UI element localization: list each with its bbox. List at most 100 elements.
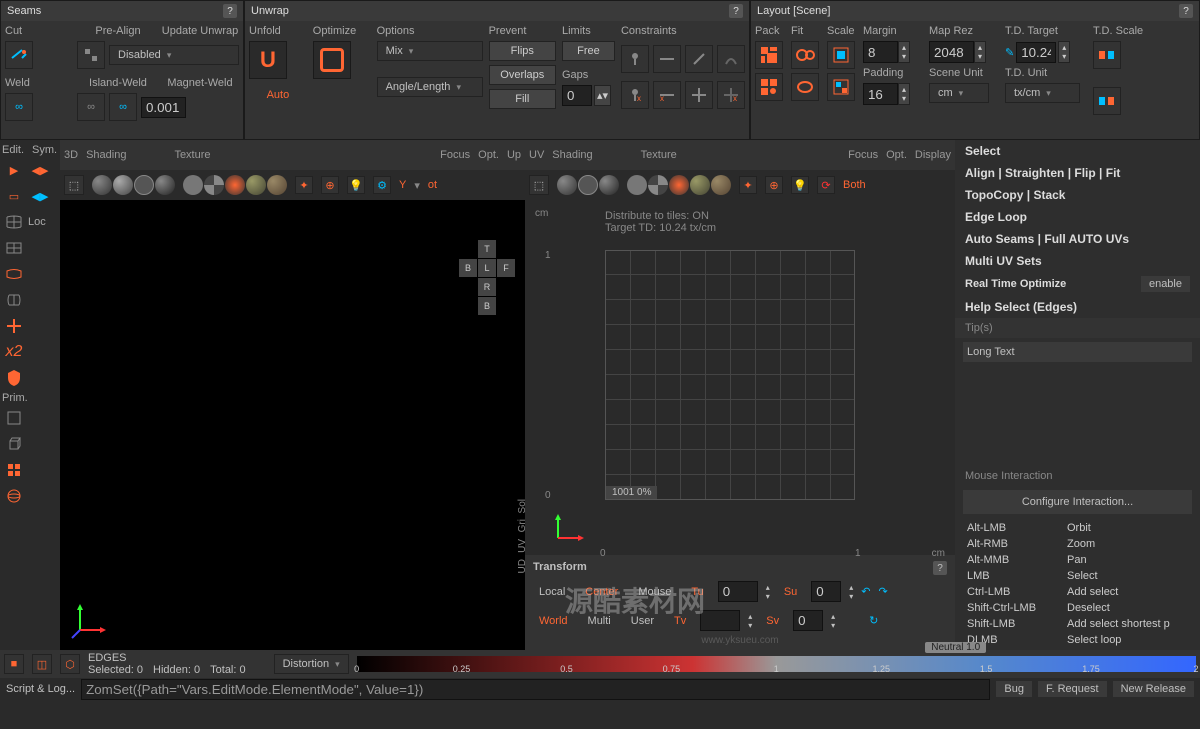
both-label[interactable]: Both xyxy=(843,179,866,191)
prim-rect-icon[interactable] xyxy=(2,406,26,430)
constraint-pin-icon[interactable] xyxy=(621,45,649,73)
tex-sphere-2[interactable] xyxy=(204,175,224,195)
constraint-hx-icon[interactable]: x xyxy=(653,81,681,109)
nav-left[interactable]: L xyxy=(478,259,496,277)
texture-tab[interactable]: Texture xyxy=(174,149,210,161)
menu-topocopy[interactable]: TopoCopy | Stack xyxy=(955,184,1200,206)
fit-icon-2[interactable] xyxy=(791,73,819,101)
margin-spinner[interactable]: ▴▾ xyxy=(898,41,910,63)
mix-dropdown[interactable]: Mix xyxy=(377,41,483,61)
unfold-button[interactable]: U xyxy=(249,41,287,79)
viewport-3d[interactable]: T B L F R B xyxy=(60,200,525,650)
gaps-value[interactable] xyxy=(562,85,592,106)
uv-viewport[interactable]: cm Distribute to tiles: ON Target TD: 10… xyxy=(525,200,955,555)
mesh-icon-4[interactable] xyxy=(2,288,26,312)
script-label[interactable]: Script & Log... xyxy=(6,683,75,695)
frequest-button[interactable]: F. Request xyxy=(1038,681,1107,697)
padding-spinner[interactable]: ▴▾ xyxy=(898,83,910,105)
uv-tab[interactable]: UV xyxy=(529,149,544,161)
enable-button[interactable]: enable xyxy=(1141,276,1190,292)
menu-align[interactable]: Align | Straighten | Flip | Fit xyxy=(955,162,1200,184)
layout-help-icon[interactable]: ? xyxy=(1179,4,1193,18)
tv-value[interactable] xyxy=(700,610,740,631)
constraint-pin-x-icon[interactable]: x xyxy=(621,81,649,109)
uv-refresh-icon[interactable]: ⟳ xyxy=(817,176,835,194)
x2-icon[interactable]: x2 xyxy=(2,340,26,364)
sym-y-icon[interactable]: ◀▶ xyxy=(28,184,52,208)
fit-icon-1[interactable] xyxy=(791,41,819,69)
shading-tab[interactable]: Shading xyxy=(86,149,126,161)
shading-sphere-3[interactable] xyxy=(134,175,154,195)
constraint-curve-icon[interactable] xyxy=(717,45,745,73)
opt-bulb-icon[interactable]: 💡 xyxy=(347,176,365,194)
frame-icon[interactable]: ⬚ xyxy=(64,175,84,195)
mesh-icon-3[interactable] xyxy=(2,262,26,286)
vert-sol[interactable]: Sol xyxy=(515,497,530,515)
magnet-weld-value[interactable] xyxy=(141,97,186,118)
gaps-spinner[interactable]: ▴▾ xyxy=(594,85,611,106)
tex-sphere-4[interactable] xyxy=(246,175,266,195)
opt-tab[interactable]: Opt. xyxy=(478,149,499,161)
su-value[interactable] xyxy=(811,581,841,602)
select-arrow-icon[interactable]: ▶ xyxy=(2,158,26,182)
status-icon-1[interactable]: ■ xyxy=(4,654,24,674)
up-tab[interactable]: Up xyxy=(507,149,521,161)
nav-right[interactable]: R xyxy=(478,278,496,296)
prim-cube-icon[interactable] xyxy=(2,432,26,456)
maprez-value[interactable] xyxy=(929,41,974,63)
sceneunit-dropdown[interactable]: cm xyxy=(929,83,989,103)
weld-icon[interactable]: ∞ xyxy=(5,93,33,121)
tdtarget-spinner[interactable]: ▴▾ xyxy=(1058,41,1070,63)
distortion-dropdown[interactable]: Distortion xyxy=(274,654,349,674)
magnet-weld-icon[interactable]: ∞ xyxy=(109,93,137,121)
pack-icon-2[interactable] xyxy=(755,73,783,101)
uv-focus-cross[interactable]: ✦ xyxy=(739,176,757,194)
uv-tex-4[interactable] xyxy=(690,175,710,195)
nav-top[interactable]: T xyxy=(478,240,496,258)
uv-shading-tab[interactable]: Shading xyxy=(552,149,592,161)
tex-sphere-1[interactable] xyxy=(183,175,203,195)
focus-tab[interactable]: Focus xyxy=(440,149,470,161)
uv-display-tab[interactable]: Display xyxy=(915,149,951,161)
menu-edgeloop[interactable]: Edge Loop xyxy=(955,206,1200,228)
tex-sphere-5[interactable] xyxy=(267,175,287,195)
pack-icon-1[interactable] xyxy=(755,41,783,69)
uv-tex-3[interactable] xyxy=(669,175,689,195)
uv-opt-tab[interactable]: Opt. xyxy=(886,149,907,161)
sym-x-icon[interactable]: ◀▶ xyxy=(28,158,52,182)
redo2-icon[interactable]: ↻ xyxy=(869,614,878,627)
3d-tab[interactable]: 3D xyxy=(64,149,78,161)
island-weld-icon[interactable]: ∞ xyxy=(77,93,105,121)
up-y-label[interactable]: Y xyxy=(399,179,406,191)
tdunit-dropdown[interactable]: tx/cm xyxy=(1005,83,1080,103)
vert-ud[interactable]: UD xyxy=(515,557,530,575)
uv-frame-icon[interactable]: ⬚ xyxy=(529,175,549,195)
overlaps-button[interactable]: Overlaps xyxy=(489,65,556,85)
vert-uv[interactable]: UV xyxy=(515,537,530,555)
focus-cross-icon[interactable]: ✦ xyxy=(295,176,313,194)
newrelease-button[interactable]: New Release xyxy=(1113,681,1194,697)
menu-multiuv[interactable]: Multi UV Sets xyxy=(955,250,1200,272)
menu-autoseams[interactable]: Auto Seams | Full AUTO UVs xyxy=(955,228,1200,250)
uv-opt-bulb[interactable]: 💡 xyxy=(791,176,809,194)
uv-sphere-2[interactable] xyxy=(578,175,598,195)
auto-label[interactable]: Auto xyxy=(249,89,307,101)
status-icon-2[interactable]: ◫ xyxy=(32,654,52,674)
vert-gri[interactable]: Gri xyxy=(515,517,530,534)
opt-gear-icon[interactable]: ⚙ xyxy=(373,176,391,194)
uv-sphere-3[interactable] xyxy=(599,175,619,195)
flips-button[interactable]: Flips xyxy=(489,41,556,61)
configure-button[interactable]: Configure Interaction... xyxy=(963,490,1192,514)
prim-grid-icon[interactable] xyxy=(2,458,26,482)
uv-focus-target[interactable]: ⊕ xyxy=(765,176,783,194)
tdscale-icon-2[interactable] xyxy=(1093,87,1121,115)
sv-value[interactable] xyxy=(793,610,823,631)
constraint-cross-x-icon[interactable]: x xyxy=(717,81,745,109)
update-unwrap-dropdown[interactable]: Disabled xyxy=(109,45,239,65)
bug-button[interactable]: Bug xyxy=(996,681,1032,697)
menu-realtime[interactable]: Real Time Optimize xyxy=(965,278,1066,290)
seams-help-icon[interactable]: ? xyxy=(223,4,237,18)
shading-sphere-1[interactable] xyxy=(92,175,112,195)
unwrap-help-icon[interactable]: ? xyxy=(729,4,743,18)
uv-tex-5[interactable] xyxy=(711,175,731,195)
